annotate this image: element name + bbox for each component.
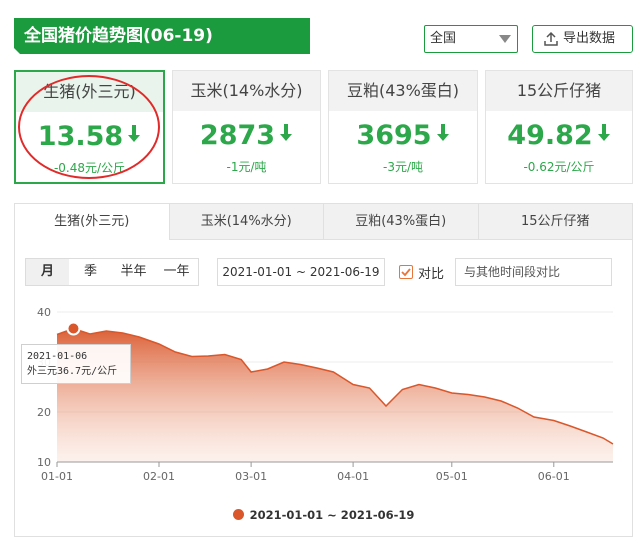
export-button[interactable]: 导出数据 — [532, 25, 633, 53]
card-change: -1元/吨 — [226, 160, 267, 174]
region-select-value: 全国 — [430, 31, 457, 46]
card-piglet[interactable]: 15公斤仔猪 49.82 -0.62元/公斤 — [485, 70, 633, 184]
y-tick-label: 40 — [37, 306, 51, 319]
card-value-number: 49.82 — [507, 120, 593, 151]
compare-period-input[interactable]: 与其他时间段对比 — [455, 258, 612, 286]
period-quarter-button[interactable]: 季 — [69, 259, 112, 285]
x-tick-label: 04-01 — [337, 470, 369, 483]
y-tick-label: 10 — [37, 456, 51, 469]
tab-soymeal[interactable]: 豆粕(43%蛋白) — [323, 204, 478, 240]
chevron-down-icon — [499, 35, 511, 43]
card-value-number: 2873 — [199, 120, 276, 151]
chart-tooltip: 2021-01-06 外三元36.7元/公斤 — [21, 344, 131, 384]
card-value-number: 13.58 — [37, 121, 124, 152]
chart-legend[interactable]: 2021-01-01 ~ 2021-06-19 — [15, 508, 632, 522]
card-soymeal[interactable]: 豆粕(43%蛋白) 3695 -3元/吨 — [328, 70, 478, 184]
price-area-chart: 01-0102-0103-0104-0105-0106-01 10203040 — [37, 306, 614, 483]
arrow-down-icon — [597, 118, 611, 150]
period-halfyear-button[interactable]: 半年 — [112, 259, 155, 285]
data-point-highlight[interactable] — [66, 321, 81, 336]
y-tick-label: 20 — [37, 406, 51, 419]
card-title: 豆粕(43%蛋白) — [329, 71, 477, 111]
x-tick-label: 03-01 — [235, 470, 267, 483]
region-select[interactable]: 全国 — [424, 25, 518, 53]
card-title: 生猪(外三元) — [16, 72, 163, 112]
tab-live-hog[interactable]: 生猪(外三元) — [15, 204, 169, 240]
legend-label: 2021-01-01 ~ 2021-06-19 — [249, 508, 415, 522]
date-range-input[interactable]: 2021-01-01 ~ 2021-06-19 — [217, 258, 385, 286]
x-tick-label: 06-01 — [538, 470, 570, 483]
card-value-number: 3695 — [356, 120, 432, 151]
tab-piglet[interactable]: 15公斤仔猪 — [477, 204, 632, 240]
check-icon — [401, 268, 411, 277]
card-live-hog[interactable]: 生猪(外三元) 13.58 -0.48元/公斤 — [14, 70, 165, 184]
export-button-label: 导出数据 — [563, 31, 616, 46]
card-change: -0.62元/公斤 — [523, 160, 595, 174]
period-year-button[interactable]: 一年 — [155, 259, 198, 285]
x-tick-label: 05-01 — [436, 470, 468, 483]
tooltip-date: 2021-01-06 — [27, 351, 88, 362]
series-area — [57, 328, 613, 462]
arrow-down-icon — [436, 118, 450, 150]
card-change: -3元/吨 — [382, 160, 423, 174]
card-value: 13.58 — [16, 121, 163, 153]
compare-label: 对比 — [418, 267, 445, 282]
card-value: 49.82 — [486, 120, 632, 152]
upload-icon — [544, 31, 558, 46]
card-change: -0.48元/公斤 — [53, 161, 126, 175]
x-tick-label: 02-01 — [143, 470, 175, 483]
period-month-button[interactable]: 月 — [26, 259, 69, 285]
tooltip-text: 外三元36.7元/公斤 — [27, 366, 118, 377]
card-title: 15公斤仔猪 — [486, 71, 632, 111]
card-value: 2873 — [173, 120, 320, 152]
tab-bar: 生猪(外三元) 玉米(14%水分) 豆粕(43%蛋白) 15公斤仔猪 — [15, 204, 632, 240]
card-title: 玉米(14%水分) — [173, 71, 320, 111]
card-corn[interactable]: 玉米(14%水分) 2873 -1元/吨 — [172, 70, 321, 184]
page-title: 全国猪价趋势图(06-19) — [14, 18, 310, 54]
legend-swatch — [232, 509, 244, 520]
arrow-down-icon — [279, 118, 293, 150]
chart-panel: 生猪(外三元) 玉米(14%水分) 豆粕(43%蛋白) 15公斤仔猪 月 季 半… — [14, 203, 633, 537]
x-tick-label: 01-01 — [41, 470, 73, 483]
tab-corn[interactable]: 玉米(14%水分) — [168, 204, 323, 240]
arrow-down-icon — [127, 119, 141, 151]
period-selector: 月 季 半年 一年 — [25, 258, 199, 286]
compare-checkbox[interactable] — [399, 265, 413, 279]
card-value: 3695 — [329, 120, 477, 152]
